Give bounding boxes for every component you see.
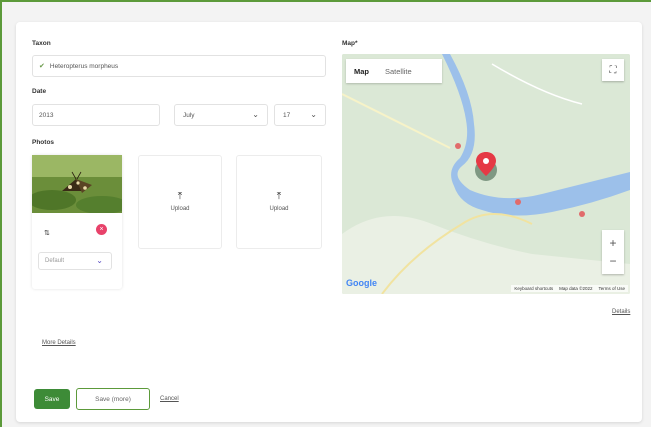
save-button[interactable]: Save — [34, 389, 70, 409]
taxon-label: Taxon — [32, 40, 51, 47]
tab-satellite[interactable]: Satellite — [377, 67, 420, 76]
chevron-down-icon: ⌄ — [96, 256, 103, 265]
location-map[interactable]: Map Satellite ⛶ + − Google Keyboard shor… — [342, 54, 630, 294]
remove-photo-icon[interactable]: × — [96, 224, 107, 235]
photo-select-value: Default — [45, 258, 65, 264]
zoom-out-icon[interactable]: − — [609, 252, 616, 270]
month-value: July — [183, 111, 195, 119]
tab-map[interactable]: Map — [346, 67, 377, 76]
day-value: 17 — [283, 111, 291, 119]
save-more-button[interactable]: Save (more) — [76, 388, 150, 410]
photo-tile: ⇅ × Default ⌄ — [32, 155, 122, 289]
google-logo: Google — [346, 278, 377, 288]
upload-label: Upload — [269, 206, 289, 212]
check-icon: ✔ — [39, 63, 45, 70]
map-data-text: Map data ©2022 — [559, 286, 593, 291]
map-canvas[interactable] — [342, 54, 630, 294]
reorder-icon[interactable]: ⇅ — [44, 229, 50, 237]
upload-label: Upload — [170, 206, 190, 212]
photo-license-select[interactable]: Default ⌄ — [38, 252, 112, 270]
upload-slot-2[interactable]: ⤒ Upload — [236, 155, 322, 249]
butterfly-photo[interactable] — [32, 155, 122, 213]
month-select[interactable]: July ⌄ — [174, 104, 268, 126]
upload-icon: ⤒ — [177, 191, 183, 202]
map-label: Map* — [342, 40, 358, 47]
chevron-down-icon: ⌄ — [252, 110, 259, 119]
fullscreen-icon[interactable]: ⛶ — [602, 59, 624, 81]
keyboard-shortcuts-link[interactable]: Keyboard shortcuts — [514, 286, 553, 291]
date-label: Date — [32, 88, 47, 95]
year-input[interactable]: 2013 — [32, 104, 160, 126]
taxon-value: Heteropterus morpheus — [49, 62, 119, 70]
zoom-control: + − — [602, 230, 624, 274]
chevron-down-icon: ⌄ — [310, 110, 317, 119]
year-value: 2013 — [39, 111, 54, 119]
map-type-toggle: Map Satellite — [346, 59, 442, 83]
zoom-in-icon[interactable]: + — [609, 234, 616, 252]
upload-icon: ⤒ — [276, 191, 282, 202]
photos-label: Photos — [32, 139, 55, 146]
upload-slot-1[interactable]: ⤒ Upload — [138, 155, 222, 249]
day-select[interactable]: 17 ⌄ — [274, 104, 326, 126]
details-link[interactable]: Details — [612, 309, 630, 315]
terms-link[interactable]: Terms of Use — [598, 286, 625, 291]
observation-form-card: Taxon ✔ Heteropterus morpheus Date 2013 … — [16, 22, 642, 422]
more-details-link[interactable]: More Details — [42, 340, 76, 346]
map-attribution: Keyboard shortcuts Map data ©2022 Terms … — [511, 285, 628, 292]
taxon-input[interactable]: ✔ Heteropterus morpheus — [32, 55, 326, 77]
window-frame: Taxon ✔ Heteropterus morpheus Date 2013 … — [0, 0, 651, 427]
cancel-link[interactable]: Cancel — [160, 396, 179, 402]
